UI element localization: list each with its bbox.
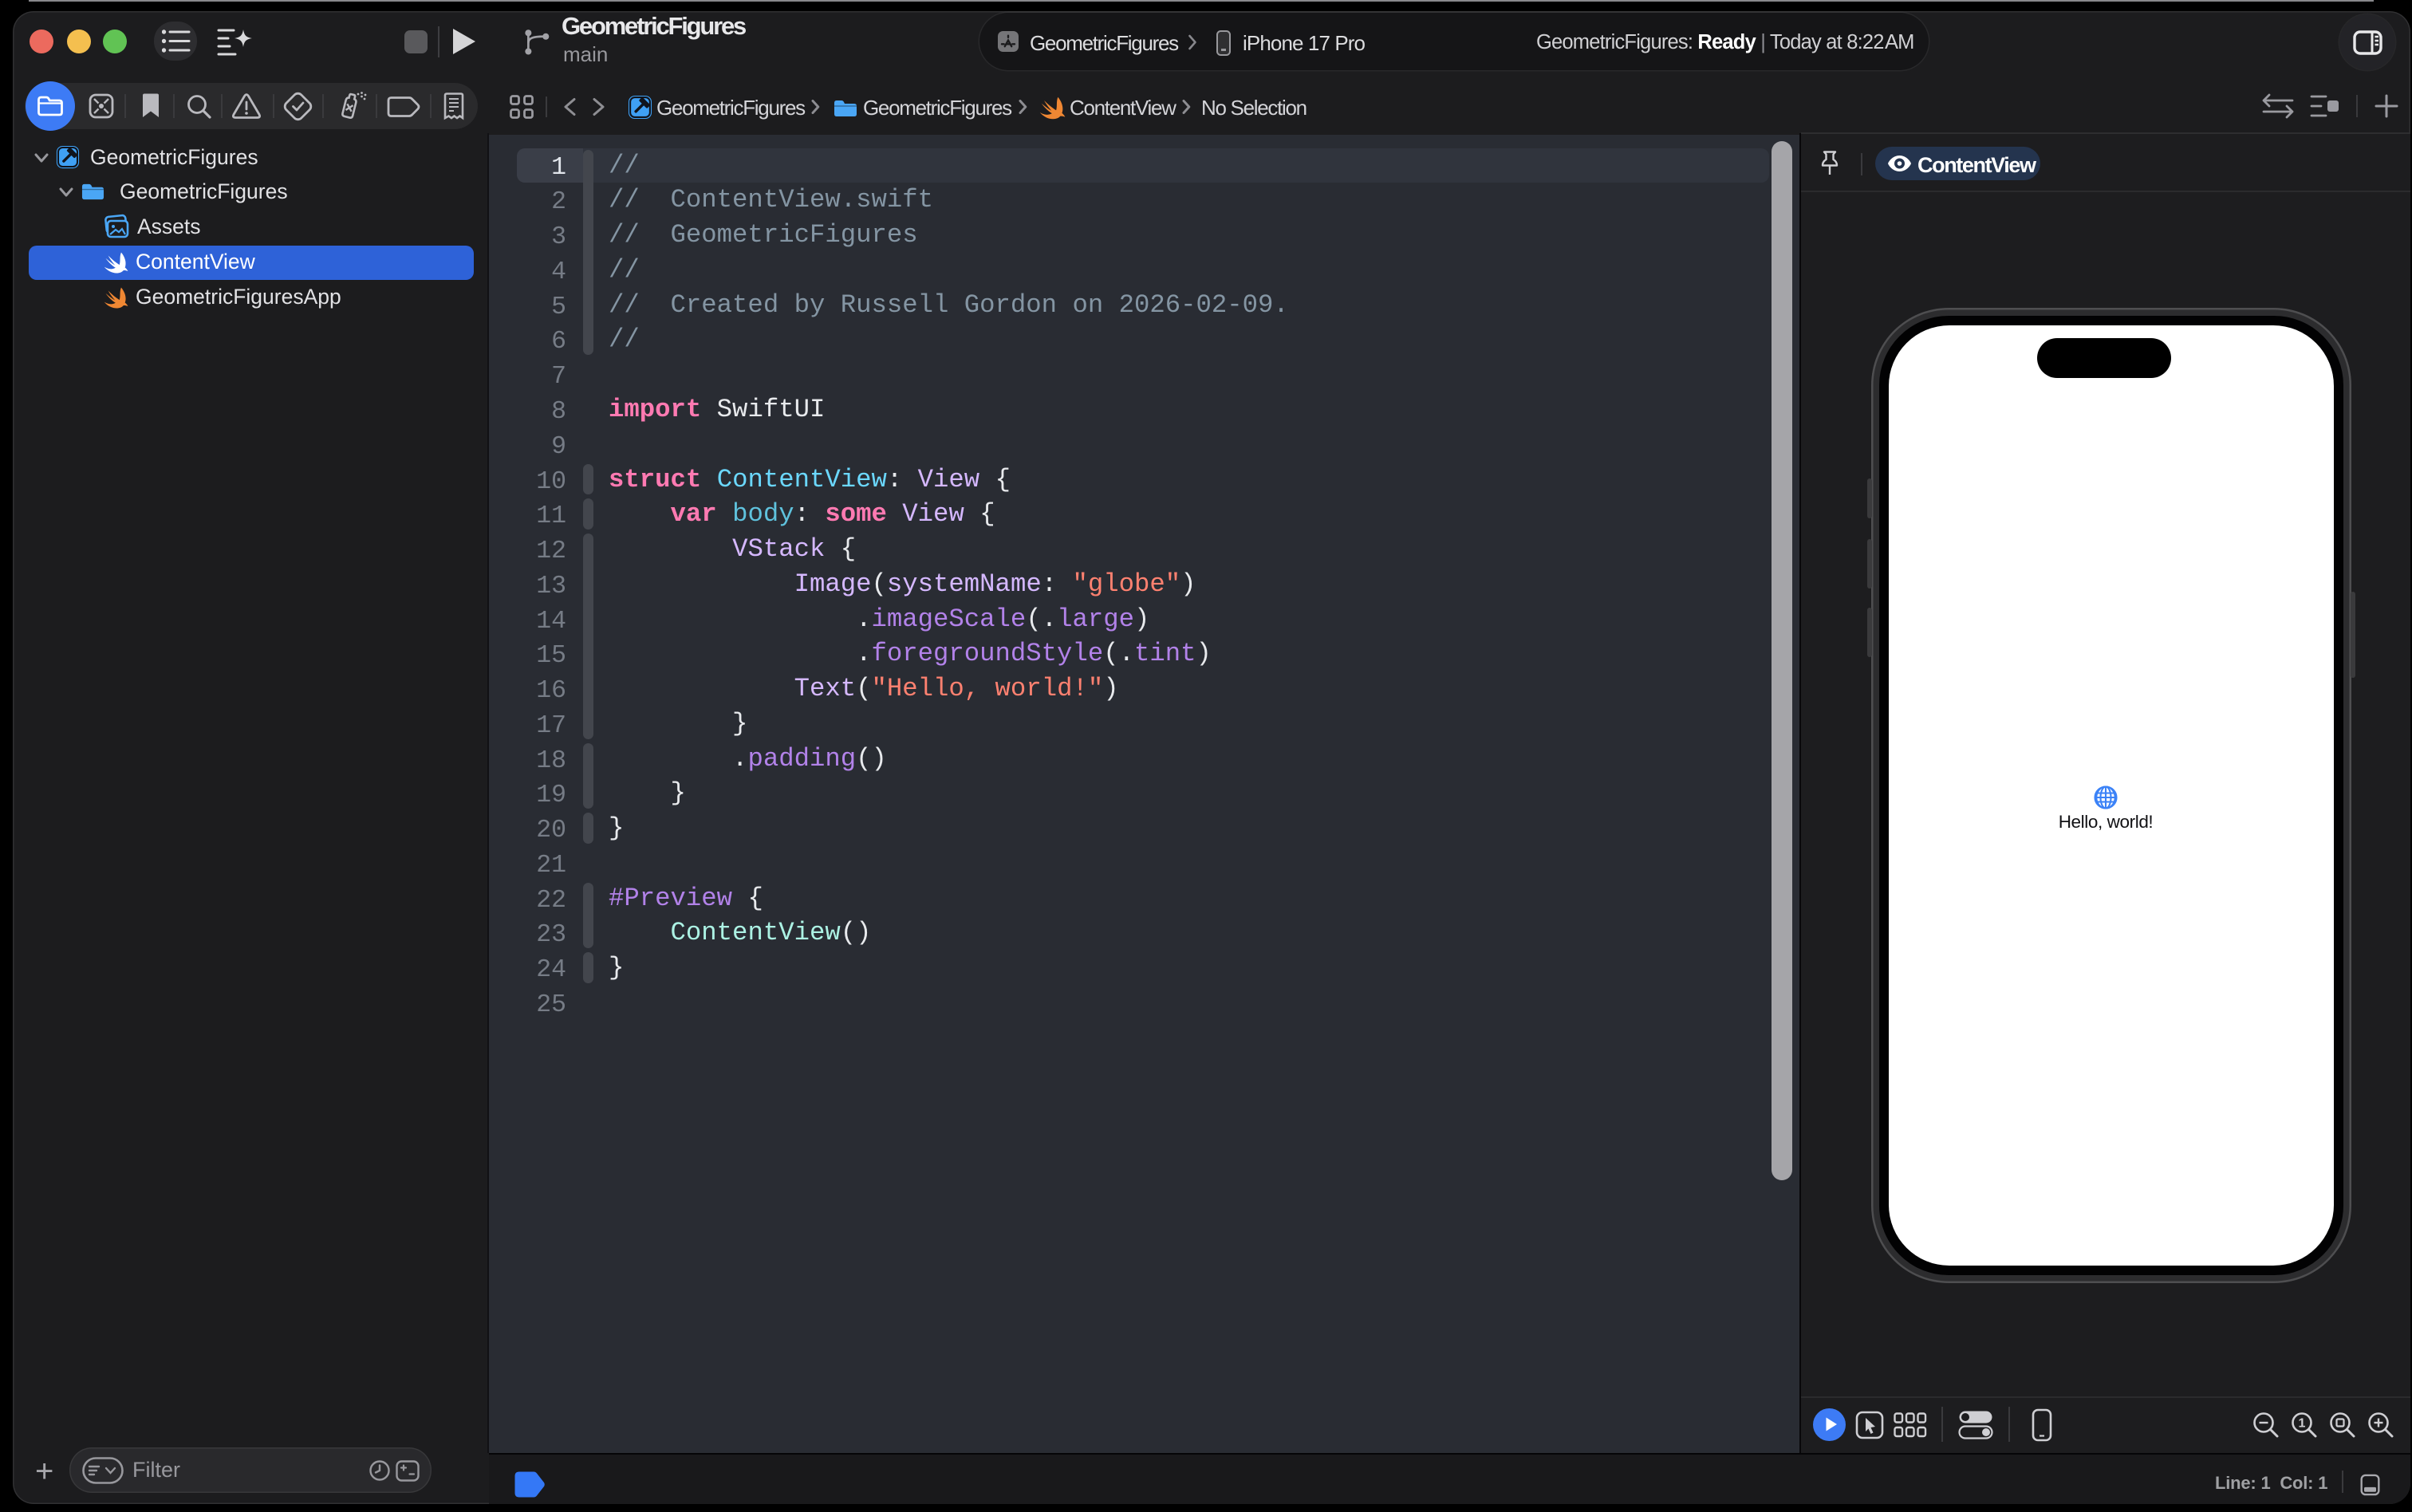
svg-text:1: 1 (2299, 1417, 2306, 1431)
